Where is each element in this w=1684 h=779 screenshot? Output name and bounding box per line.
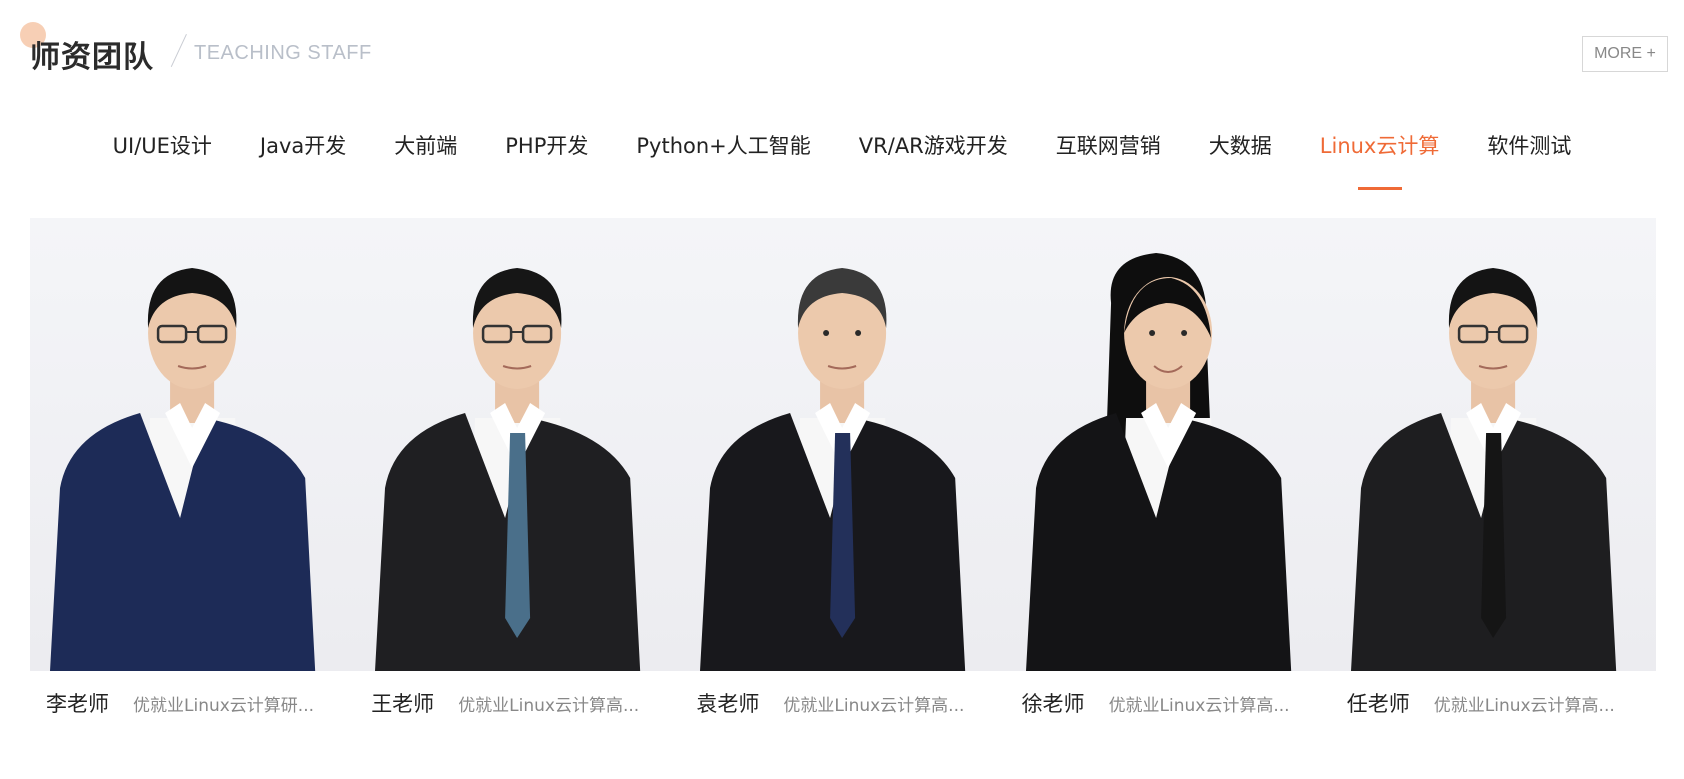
staff-name[interactable]: 李老师 xyxy=(46,688,109,718)
title-divider xyxy=(178,34,180,68)
section-title: 师资团队 xyxy=(30,40,154,75)
portrait-illustration xyxy=(700,268,966,671)
staff-name[interactable]: 徐老师 xyxy=(1022,688,1085,718)
staff-card[interactable]: 王老师 优就业Linux云计算高... xyxy=(355,218,681,738)
staff-name[interactable]: 任老师 xyxy=(1347,688,1410,718)
staff-photo[interactable] xyxy=(680,218,1006,671)
staff-card[interactable]: 任老师 优就业Linux云计算高... xyxy=(1330,218,1656,738)
tab-python-ai[interactable]: Python+人工智能 xyxy=(612,118,834,178)
staff-photo[interactable] xyxy=(1330,218,1656,671)
portrait-illustration xyxy=(1025,253,1291,671)
tab-frontend[interactable]: 大前端 xyxy=(370,118,481,178)
section-subtitle: TEACHING STAFF xyxy=(194,42,372,64)
tab-linux-cloud[interactable]: Linux云计算 xyxy=(1296,118,1464,178)
staff-description: 优就业Linux云计算高... xyxy=(783,695,965,716)
portrait-illustration xyxy=(50,268,316,671)
tab-java[interactable]: Java开发 xyxy=(236,118,370,178)
staff-description: 优就业Linux云计算高... xyxy=(1108,695,1290,716)
tab-big-data[interactable]: 大数据 xyxy=(1185,118,1296,178)
staff-card[interactable]: 李老师 优就业Linux云计算研... xyxy=(30,218,356,738)
staff-list: 李老师 优就业Linux云计算研... 王老师 优就业Linux云计算高... 袁老… xyxy=(30,218,1656,738)
more-button[interactable]: MORE + xyxy=(1582,36,1668,72)
staff-photo[interactable] xyxy=(1005,218,1331,671)
staff-card[interactable]: 徐老师 优就业Linux云计算高... xyxy=(1005,218,1331,738)
staff-card[interactable]: 袁老师 优就业Linux云计算高... xyxy=(680,218,1006,738)
staff-description: 优就业Linux云计算高... xyxy=(458,695,640,716)
tab-ui-ue[interactable]: UI/UE设计 xyxy=(89,118,236,178)
section-header: 师资团队 TEACHING STAFF MORE + xyxy=(18,18,1668,78)
staff-name[interactable]: 王老师 xyxy=(371,688,434,718)
staff-name[interactable]: 袁老师 xyxy=(696,688,759,718)
staff-description: 优就业Linux云计算高... xyxy=(1433,695,1615,716)
tab-marketing[interactable]: 互联网营销 xyxy=(1032,118,1185,178)
portrait-illustration xyxy=(1350,268,1616,671)
staff-description: 优就业Linux云计算研... xyxy=(133,695,315,716)
staff-photo[interactable] xyxy=(355,218,681,671)
tab-php[interactable]: PHP开发 xyxy=(481,118,612,178)
tab-vr-ar[interactable]: VR/AR游戏开发 xyxy=(835,118,1032,178)
portrait-illustration xyxy=(375,268,641,671)
category-tabs: UI/UE设计 Java开发 大前端 PHP开发 Python+人工智能 VR/… xyxy=(0,118,1684,178)
staff-photo[interactable] xyxy=(30,218,356,671)
tab-software-testing[interactable]: 软件测试 xyxy=(1463,118,1595,178)
